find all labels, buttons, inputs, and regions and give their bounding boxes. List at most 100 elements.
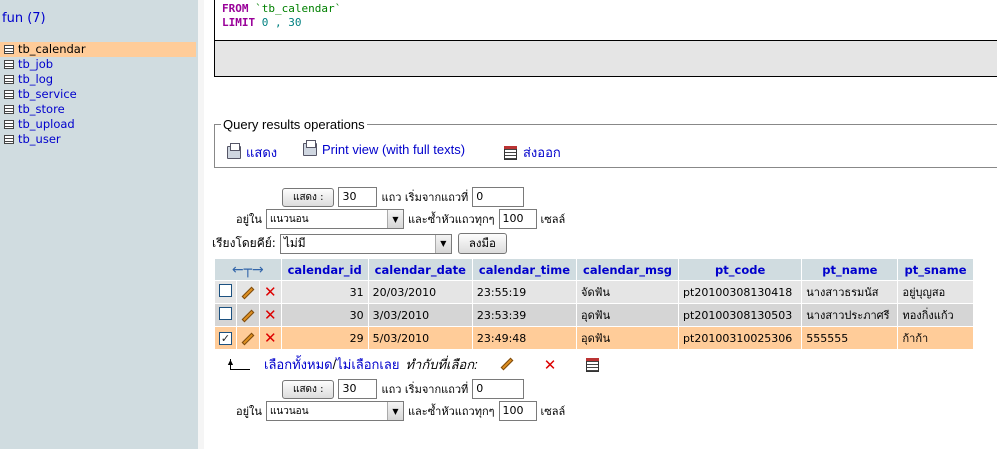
- column-header[interactable]: pt_name: [802, 259, 898, 280]
- table-icon[interactable]: [4, 135, 14, 144]
- export-icon: [504, 145, 517, 160]
- uncheck-all-link[interactable]: ไม่เลือกเลย: [336, 354, 399, 375]
- table-link[interactable]: tb_user: [18, 132, 61, 147]
- chevron-down-icon[interactable]: ▼: [386, 210, 403, 228]
- row-checkbox-cell: [215, 281, 236, 303]
- table-link[interactable]: tb_store: [18, 102, 65, 117]
- export-link[interactable]: ส่งออก: [504, 142, 561, 163]
- navigation-frame: fun (7) tb_calendar tb_job tb_log tb_ser…: [0, 0, 198, 449]
- calendar-id-cell: 29: [281, 327, 368, 349]
- repeat-header-label: และซ้ำหัวแถวทุกๆ: [407, 405, 495, 418]
- sort-key-value: ไม่มี: [283, 236, 306, 250]
- print-view-label: Print view (with full texts): [322, 142, 466, 157]
- print-view-link[interactable]: Print view (with full texts): [303, 140, 466, 157]
- bulk-actions: ▲ เลือกทั้งหมด / ไม่เลือกเลย ทำกับที่เลื…: [226, 354, 605, 375]
- calendar-id-cell: 30: [281, 304, 368, 326]
- calendar-id-cell: 31: [281, 281, 368, 303]
- sql-keyword: FROM: [222, 2, 249, 15]
- cells-label: เซลล์: [540, 213, 566, 226]
- row-checkbox[interactable]: [219, 307, 232, 320]
- table-icon[interactable]: [4, 120, 14, 129]
- table-item-tb_job[interactable]: tb_job: [0, 57, 198, 72]
- table-link[interactable]: tb_job: [18, 57, 53, 72]
- calendar-time-cell: 23:49:48: [472, 327, 577, 349]
- repeat-header-input[interactable]: 100: [498, 401, 537, 421]
- pencil-icon[interactable]: [241, 309, 255, 322]
- print-link-label: แสดง: [246, 145, 278, 160]
- delete-icon[interactable]: ✕: [264, 306, 277, 324]
- calendar-msg-cell: จัดฟัน: [577, 281, 679, 303]
- edit-cell: [237, 327, 259, 349]
- rows-input[interactable]: 30: [338, 187, 378, 207]
- pt-sname-cell: ก้าก้า: [898, 327, 973, 349]
- pt-code-cell: pt20100308130503: [679, 304, 802, 326]
- pt-name-cell: นางสาวธรมนัส: [802, 281, 898, 303]
- table-row[interactable]: ✕ 30 3/03/2010 23:53:39 อุดฟัน pt201003081305…: [215, 304, 973, 326]
- go-button[interactable]: ลงมือ: [457, 233, 507, 254]
- export-icon[interactable]: [586, 357, 600, 372]
- table-row[interactable]: ✓ ✕ 29 5/03/2010 23:49:48 อุดฟัน pt20100310025…: [215, 327, 973, 349]
- table-icon[interactable]: [4, 75, 14, 84]
- table-icon[interactable]: [4, 90, 14, 99]
- rows-input[interactable]: 30: [338, 379, 378, 399]
- start-row-input[interactable]: 0: [472, 187, 525, 207]
- query-results-operations: Query results operations แสดง Print view…: [214, 117, 997, 168]
- printer-icon: [303, 140, 317, 156]
- delete-icon[interactable]: ✕: [544, 356, 557, 374]
- display-mode-select[interactable]: แนวนอน ▼: [265, 401, 404, 421]
- table-header-row: ←┬→ calendar_id calendar_date calendar_t…: [215, 259, 973, 280]
- horizontal-arrows-icon[interactable]: ←┬→: [232, 262, 264, 278]
- table-item-tb_log[interactable]: tb_log: [0, 72, 198, 87]
- column-toggle-header: ←┬→: [215, 259, 281, 280]
- sort-label: เรียงโดยคีย์:: [212, 236, 276, 250]
- column-header[interactable]: calendar_id: [281, 259, 368, 280]
- table-item-tb_user[interactable]: tb_user: [0, 132, 198, 147]
- edit-cell: [237, 281, 259, 303]
- table-item-tb_calendar[interactable]: tb_calendar: [0, 42, 196, 57]
- table-icon[interactable]: [4, 105, 14, 114]
- calendar-msg-cell: อุดฟัน: [577, 304, 679, 326]
- table-link[interactable]: tb_calendar: [18, 42, 86, 57]
- pt-name-cell: นางสาวประภาศรี: [802, 304, 898, 326]
- table-row[interactable]: ✕ 31 20/03/2010 23:55:19 จัดฟัน pt20100308130…: [215, 281, 973, 303]
- show-button[interactable]: แสดง :: [282, 187, 335, 207]
- export-label: ส่งออก: [523, 145, 561, 160]
- table-icon[interactable]: [4, 60, 14, 69]
- table-link[interactable]: tb_upload: [18, 117, 75, 132]
- sql-limit-values: 0 , 30: [261, 16, 302, 29]
- chevron-down-icon[interactable]: ▼: [434, 234, 451, 253]
- table-item-tb_upload[interactable]: tb_upload: [0, 117, 198, 132]
- table-link[interactable]: tb_log: [18, 72, 53, 87]
- table-item-tb_store[interactable]: tb_store: [0, 102, 198, 117]
- row-checkbox[interactable]: ✓: [219, 331, 232, 345]
- delete-icon[interactable]: ✕: [264, 329, 277, 347]
- pencil-icon[interactable]: [241, 332, 255, 345]
- column-header[interactable]: calendar_time: [472, 259, 577, 280]
- repeat-header-input[interactable]: 100: [498, 209, 537, 229]
- table-item-tb_service[interactable]: tb_service: [0, 87, 198, 102]
- with-selected-label: ทำกับที่เลือก:: [405, 357, 478, 372]
- main-frame: FROM `tb_calendar` LIMIT 0 , 30 Query re…: [198, 0, 997, 449]
- start-row-input[interactable]: 0: [472, 379, 525, 399]
- row-checkbox[interactable]: [219, 284, 232, 297]
- edit-cell: [237, 304, 259, 326]
- column-header[interactable]: calendar_msg: [577, 259, 679, 280]
- print-link[interactable]: แสดง: [227, 142, 277, 163]
- pencil-icon[interactable]: [241, 286, 255, 299]
- column-header[interactable]: pt_sname: [898, 259, 973, 280]
- sort-key-select[interactable]: ไม่มี ▼: [279, 233, 452, 254]
- sql-table-name: `tb_calendar`: [255, 2, 342, 15]
- table-link[interactable]: tb_service: [18, 87, 77, 102]
- database-title-link[interactable]: fun (7): [2, 11, 46, 26]
- delete-icon[interactable]: ✕: [264, 283, 277, 301]
- operations-legend: Query results operations: [221, 117, 367, 132]
- column-header[interactable]: calendar_date: [368, 259, 472, 280]
- table-icon[interactable]: [4, 45, 14, 54]
- show-button[interactable]: แสดง :: [282, 379, 335, 399]
- table-body: ✕ 31 20/03/2010 23:55:19 จัดฟัน pt20100308130…: [215, 281, 973, 349]
- check-all-link[interactable]: เลือกทั้งหมด: [264, 354, 333, 375]
- display-mode-select[interactable]: แนวนอน ▼: [265, 209, 404, 229]
- chevron-down-icon[interactable]: ▼: [386, 402, 403, 420]
- column-header[interactable]: pt_code: [679, 259, 802, 280]
- pencil-icon[interactable]: [500, 357, 514, 370]
